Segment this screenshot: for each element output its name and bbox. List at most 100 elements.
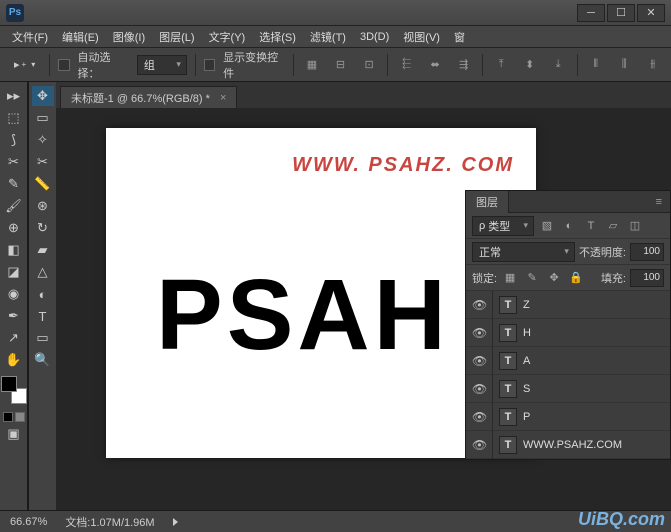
type-layer-icon: T <box>499 380 517 398</box>
eraser-tool[interactable]: ◧ <box>3 240 25 260</box>
layer-row[interactable]: 👁TH <box>466 319 670 347</box>
lock-all-icon[interactable]: 🔒 <box>567 270 585 286</box>
layer-row[interactable]: 👁TA <box>466 347 670 375</box>
distribute-icon[interactable]: ⫴ <box>585 55 606 75</box>
menu-item[interactable]: 窗 <box>454 29 465 45</box>
path-tool[interactable]: ↗ <box>3 328 25 348</box>
show-transform-label: 显示变换控件 <box>223 49 285 81</box>
bucket-tool[interactable]: ▰ <box>32 240 54 260</box>
type-layer-icon: T <box>499 436 517 454</box>
group-dropdown[interactable]: 组 <box>137 55 187 75</box>
filter-kind-dropdown[interactable]: ρ 类型 <box>472 216 534 236</box>
visibility-icon[interactable]: 👁 <box>472 298 486 312</box>
brush-tool[interactable]: 🖌 <box>3 196 25 216</box>
gradient-tool[interactable]: ◪ <box>3 262 25 282</box>
auto-select-checkbox[interactable] <box>58 59 69 71</box>
filter-smart-icon[interactable]: ◫ <box>626 218 644 234</box>
menu-item[interactable]: 图层(L) <box>159 29 194 45</box>
marquee-tool[interactable]: ⬚ <box>3 108 25 128</box>
visibility-icon[interactable]: 👁 <box>472 326 486 340</box>
align-middle-icon[interactable]: ⬍ <box>519 55 540 75</box>
filter-adjust-icon[interactable]: ◐ <box>560 218 578 234</box>
align-left-icon[interactable]: ⬱ <box>396 55 417 75</box>
crop-tool[interactable]: ✂ <box>3 152 25 172</box>
quickmask-tool[interactable]: ▣ <box>3 424 25 444</box>
lasso-tool[interactable]: ⟆ <box>3 130 25 150</box>
align-top-icon[interactable]: ⤒ <box>491 55 512 75</box>
show-transform-checkbox[interactable] <box>204 59 215 71</box>
eyedropper-tool[interactable]: ✎ <box>3 174 25 194</box>
slice-tool[interactable]: ✂ <box>32 152 54 172</box>
fill-input[interactable] <box>630 269 664 287</box>
align-icon[interactable]: ▦ <box>302 55 323 75</box>
layer-row[interactable]: 👁TWWW.PSAHZ.COM <box>466 431 670 459</box>
blur-tool[interactable]: ◉ <box>3 284 25 304</box>
menu-item[interactable]: 3D(D) <box>360 31 389 43</box>
menu-item[interactable]: 编辑(E) <box>62 29 99 45</box>
lock-pixels-icon[interactable]: ✎ <box>523 270 541 286</box>
lock-position-icon[interactable]: ✥ <box>545 270 563 286</box>
canvas-headline: PSAH <box>156 258 450 373</box>
minimize-button[interactable]: ─ <box>577 4 605 22</box>
menu-item[interactable]: 文字(Y) <box>209 29 246 45</box>
align-center-icon[interactable]: ⬌ <box>425 55 446 75</box>
menu-item[interactable]: 选择(S) <box>259 29 296 45</box>
align-icon[interactable]: ⊟ <box>330 55 351 75</box>
lock-transparent-icon[interactable]: ▦ <box>501 270 519 286</box>
heal-tool[interactable]: ⊛ <box>32 196 54 216</box>
sharpen-tool[interactable]: △ <box>32 262 54 282</box>
expand-icon[interactable]: ▸▸ <box>3 86 25 106</box>
pen-tool[interactable]: ✒ <box>3 306 25 326</box>
wand-tool[interactable]: ✧ <box>32 130 54 150</box>
blend-mode-dropdown[interactable]: 正常 <box>472 242 575 262</box>
visibility-icon[interactable]: 👁 <box>472 382 486 396</box>
align-bottom-icon[interactable]: ⤓ <box>548 55 569 75</box>
filter-shape-icon[interactable]: ▱ <box>604 218 622 234</box>
layer-row[interactable]: 👁 TS <box>466 375 670 403</box>
site-watermark: UiBQ.com <box>578 509 665 530</box>
color-swatches[interactable] <box>1 376 27 404</box>
filter-type-icon[interactable]: T <box>582 218 600 234</box>
menu-item[interactable]: 文件(F) <box>12 29 48 45</box>
fill-label: 填充: <box>601 270 626 286</box>
history-brush-tool[interactable]: ↻ <box>32 218 54 238</box>
move-tool[interactable]: ✥ <box>32 86 54 106</box>
maximize-button[interactable]: ☐ <box>607 4 635 22</box>
distribute-icon[interactable]: ⫵ <box>643 55 664 75</box>
opacity-input[interactable] <box>630 243 664 261</box>
visibility-icon[interactable]: 👁 <box>472 410 486 424</box>
hand-tool[interactable]: ✋ <box>3 350 25 370</box>
filter-pixel-icon[interactable]: ▧ <box>538 218 556 234</box>
auto-select-label: 自动选择： <box>78 49 129 81</box>
tool-indicator[interactable]: ▸+ ▾ <box>8 56 41 73</box>
zoom-level[interactable]: 66.67% <box>10 516 47 528</box>
align-right-icon[interactable]: ⇶ <box>453 55 474 75</box>
ruler-tool[interactable]: 📏 <box>32 174 54 194</box>
close-tab-icon[interactable]: × <box>220 92 226 104</box>
document-tab[interactable]: 未标题-1 @ 66.7%(RGB/8) * × <box>60 86 237 108</box>
type-tool[interactable]: T <box>32 306 54 326</box>
zoom-tool[interactable]: 🔍 <box>32 350 54 370</box>
menu-item[interactable]: 滤镜(T) <box>310 29 346 45</box>
visibility-icon[interactable]: 👁 <box>472 354 486 368</box>
visibility-icon[interactable]: 👁 <box>472 438 486 452</box>
align-icon[interactable]: ⊡ <box>359 55 380 75</box>
layers-panel-tab[interactable]: 图层 <box>466 191 509 213</box>
distribute-icon[interactable]: ⫼ <box>614 55 635 75</box>
layer-name: Z <box>523 299 530 311</box>
layer-name: S <box>523 383 530 395</box>
panel-menu-icon[interactable]: ≡ <box>648 196 670 208</box>
menu-item[interactable]: 图像(I) <box>113 29 145 45</box>
menu-item[interactable]: 视图(V) <box>403 29 440 45</box>
close-button[interactable]: ✕ <box>637 4 665 22</box>
status-arrow-icon[interactable] <box>173 518 178 526</box>
layer-row[interactable]: 👁TP <box>466 403 670 431</box>
type-layer-icon: T <box>499 324 517 342</box>
shape-tool[interactable]: ▭ <box>32 328 54 348</box>
canvas-watermark: WWW. PSAHZ. COM <box>292 154 514 177</box>
rect-select-tool[interactable]: ▭ <box>32 108 54 128</box>
stamp-tool[interactable]: ⊕ <box>3 218 25 238</box>
layer-row[interactable]: 👁TZ <box>466 291 670 319</box>
layer-name: P <box>523 411 530 423</box>
dodge-tool[interactable]: ◐ <box>32 284 54 304</box>
